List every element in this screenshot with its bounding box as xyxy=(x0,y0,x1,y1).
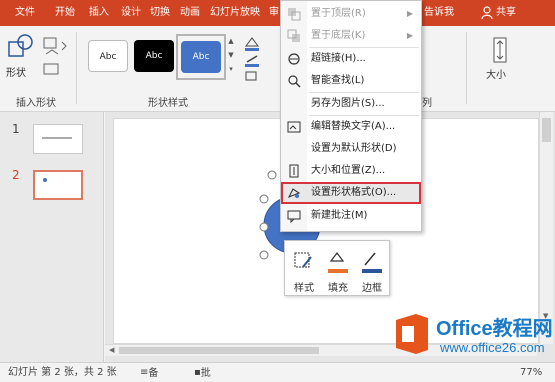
tab-insert[interactable]: 插入 xyxy=(84,0,114,26)
mini-border-label: 边框 xyxy=(362,283,382,294)
tell-me-box[interactable]: 告诉我 xyxy=(424,0,454,26)
tab-animations[interactable]: 动画 xyxy=(176,0,204,26)
office-logo-icon xyxy=(396,314,428,354)
thumb-number-2: 2 xyxy=(12,168,20,182)
gallery-scroll[interactable]: ▲ ▼ ▾ xyxy=(226,34,236,84)
menu-save-as-picture[interactable]: 另存为图片(S)... xyxy=(281,93,421,115)
alt-text-icon xyxy=(287,121,301,133)
comment-icon xyxy=(287,210,301,223)
mini-border-button[interactable]: 边框 xyxy=(357,245,387,294)
slide-thumbnail-2[interactable] xyxy=(33,170,83,200)
ribbon-body: 形状 插入形状 Abc Abc Abc ▲ ▼ ▾ 形状样式 列 大小 xyxy=(0,26,555,112)
size-position-icon xyxy=(289,164,299,178)
thumb-number-1: 1 xyxy=(12,122,20,136)
border-pen-icon xyxy=(362,252,382,273)
menu-smart-lookup[interactable]: 智能查找(L) xyxy=(281,70,421,92)
watermark-url: www.office26.com xyxy=(440,340,545,355)
tab-home[interactable]: 开始 xyxy=(50,0,80,26)
menu-hyperlink[interactable]: 超链接(H)... xyxy=(281,48,421,70)
group-divider xyxy=(76,32,77,104)
style-sample-3[interactable]: Abc xyxy=(176,34,226,80)
menu-edit-alt-text[interactable]: 编辑替换文字(A)... xyxy=(281,116,421,138)
group-divider xyxy=(466,32,467,104)
hscroll-thumb[interactable] xyxy=(119,347,319,354)
scroll-left-icon[interactable]: ◀ xyxy=(109,346,114,354)
style-sample-1-box: Abc xyxy=(88,40,128,72)
size-button[interactable]: 大小 xyxy=(474,32,534,92)
menu-send-to-back[interactable]: 置于底层(K) ▶ xyxy=(281,25,421,47)
style-brush-icon xyxy=(294,252,312,268)
zoom-level[interactable]: 77% xyxy=(520,364,542,382)
thumb-title-line xyxy=(42,137,72,139)
share-button[interactable]: 共享 xyxy=(496,0,516,26)
shapes-icon xyxy=(8,34,33,57)
bring-front-icon xyxy=(288,8,301,21)
slide-thumbnails-pane: 1 2 xyxy=(0,112,104,362)
group-label-arrange: 列 xyxy=(422,98,432,109)
mini-toolbar: 样式 填充 边框 xyxy=(284,240,390,296)
fill-bucket-icon xyxy=(328,252,348,273)
tab-slideshow[interactable]: 幻灯片放映 xyxy=(206,0,264,26)
group-label-shape-styles: 形状样式 xyxy=(148,98,188,109)
office-tutorial-watermark: Office教程网 www.office26.com xyxy=(390,310,555,360)
menu-format-shape[interactable]: 设置形状格式(O)... xyxy=(281,182,421,204)
send-back-icon xyxy=(287,29,300,42)
size-icon xyxy=(493,37,507,63)
link-icon xyxy=(288,53,300,65)
menu-set-default-shape[interactable]: 设置为默认形状(D) xyxy=(281,138,421,160)
fill-outline-effects-icons[interactable] xyxy=(242,34,266,84)
person-icon xyxy=(481,6,493,20)
menu-bring-to-front[interactable]: 置于顶层(R) ▶ xyxy=(281,3,421,25)
format-shape-icon xyxy=(287,188,301,199)
mini-style-label: 样式 xyxy=(294,283,314,294)
style-sample-2-box: Abc xyxy=(134,40,174,72)
thumb-shape-dot xyxy=(43,178,47,182)
menu-new-comment[interactable]: 新建批注(M) xyxy=(281,205,421,227)
mini-style-button[interactable]: 样式 xyxy=(289,245,319,294)
edit-shape-icons[interactable] xyxy=(42,36,72,86)
size-label: 大小 xyxy=(486,70,506,81)
group-label-insert-shapes: 插入形状 xyxy=(16,98,56,109)
tab-transitions[interactable]: 切换 xyxy=(146,0,174,26)
status-bar: 幻灯片 第 2 张，共 2 张 ≡ 备注 ▪ 批注 77% xyxy=(0,362,555,382)
tab-design[interactable]: 设计 xyxy=(116,0,146,26)
slide-count-text: 幻灯片 第 2 张，共 2 张 xyxy=(8,367,117,378)
watermark-brand: Office教程网 xyxy=(436,318,553,340)
mini-fill-button[interactable]: 填充 xyxy=(323,245,353,294)
comments-button[interactable]: ▪ 批注 xyxy=(194,364,211,382)
slide-thumbnail-1[interactable] xyxy=(33,124,83,154)
shape-button-label: 形状 xyxy=(6,68,26,79)
shape-button[interactable]: 形状 xyxy=(6,32,36,80)
notes-button[interactable]: ≡ 备注 xyxy=(140,364,158,382)
menu-size-and-position[interactable]: 大小和位置(Z)... xyxy=(281,160,421,182)
scroll-thumb[interactable] xyxy=(542,118,551,142)
style-sample-2[interactable]: Abc xyxy=(130,34,180,80)
style-sample-1[interactable]: Abc xyxy=(84,34,134,80)
style-sample-3-box: Abc xyxy=(181,41,221,73)
tab-file[interactable]: 文件 xyxy=(8,0,42,26)
ribbon-tab-bar: 文件 开始 插入 设计 切换 动画 幻灯片放映 审 告诉我 共享 xyxy=(0,0,555,26)
mini-fill-label: 填充 xyxy=(328,283,348,294)
context-menu: 置于顶层(R) ▶ 置于底层(K) ▶ 超链接(H)... 智能查找(L) 另存为图… xyxy=(280,0,422,232)
smart-lookup-icon xyxy=(288,75,301,88)
